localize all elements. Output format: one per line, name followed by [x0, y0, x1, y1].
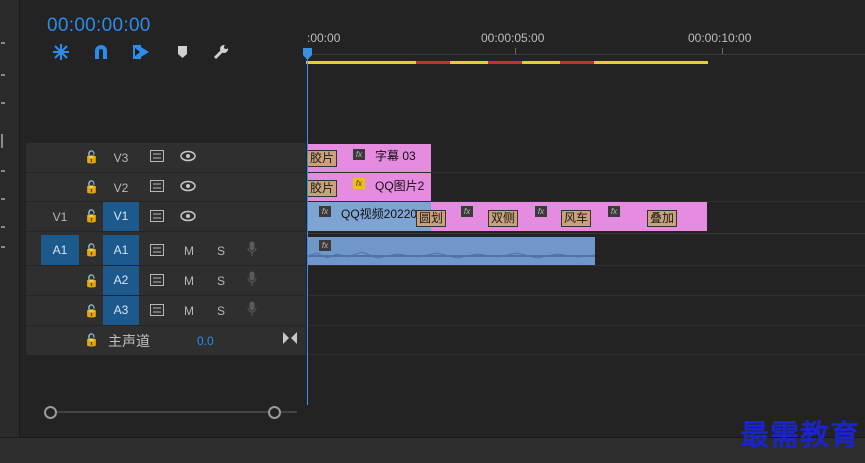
- track-divider: [306, 295, 865, 296]
- eye-icon[interactable]: [180, 150, 196, 165]
- clip-a1-audio[interactable]: fx: [307, 237, 595, 265]
- master-track-label: 主声道: [108, 333, 150, 349]
- fx-badge: fx: [608, 206, 620, 217]
- transition-tag[interactable]: 叠加: [647, 210, 678, 227]
- marker-icon[interactable]: [174, 43, 192, 61]
- fx-badge: fx: [535, 206, 547, 217]
- fx-badge: fx: [319, 206, 331, 217]
- watermark: 最需教育: [740, 418, 861, 452]
- track-target-a3[interactable]: A3: [103, 296, 139, 325]
- strip-mark: [1, 170, 5, 172]
- lock-icon[interactable]: 🔓: [84, 209, 99, 223]
- ruler-label-10s: 00:00:10:00: [688, 31, 752, 45]
- lock-icon[interactable]: 🔓: [84, 304, 99, 318]
- lock-icon[interactable]: 🔓: [84, 333, 99, 347]
- track-label-v3[interactable]: V3: [112, 151, 130, 165]
- fx-badge: fx: [353, 149, 365, 160]
- track-divider: [306, 265, 865, 266]
- scroll-handle-left[interactable]: [44, 406, 57, 419]
- sync-lock-icon[interactable]: [150, 274, 164, 289]
- solo-button[interactable]: S: [217, 304, 225, 318]
- time-ruler[interactable]: :00:00 00:00:05:00 00:00:10:00: [306, 0, 865, 66]
- microphone-icon[interactable]: [247, 241, 257, 260]
- track-header-v3: 🔓 V3: [26, 143, 306, 173]
- clip-v2[interactable]: 胶片 fx QQ图片2: [307, 173, 431, 201]
- source-patch-a1[interactable]: A1: [41, 235, 79, 265]
- sync-lock-icon[interactable]: [150, 244, 164, 259]
- strip-mark: [1, 102, 5, 104]
- sync-lock-icon[interactable]: [150, 304, 164, 319]
- strip-mark: [1, 42, 5, 44]
- zoom-scrollbar[interactable]: [26, 404, 306, 420]
- transition-tag[interactable]: 胶片: [307, 180, 338, 197]
- track-target-v1[interactable]: V1: [103, 202, 139, 231]
- microphone-icon[interactable]: [247, 301, 257, 320]
- clip-name: QQ视频20220: [341, 207, 418, 221]
- track-label-v2[interactable]: V2: [112, 181, 130, 195]
- add-marker-icon[interactable]: [132, 43, 150, 61]
- eye-icon[interactable]: [180, 210, 196, 225]
- wrench-icon[interactable]: [212, 43, 230, 61]
- master-volume-value[interactable]: 0.0: [197, 334, 214, 348]
- audio-waveform: [307, 251, 595, 259]
- track-divider: [306, 233, 865, 234]
- playhead-handle[interactable]: [303, 47, 312, 60]
- strip-mark: [1, 198, 5, 200]
- sync-lock-icon[interactable]: [150, 180, 164, 195]
- track-target-a1[interactable]: A1: [103, 235, 139, 265]
- transition-tag[interactable]: 风车: [561, 210, 592, 227]
- track-divider: [306, 325, 865, 326]
- solo-button[interactable]: S: [217, 244, 225, 258]
- microphone-icon[interactable]: [247, 271, 257, 290]
- solo-button[interactable]: S: [217, 274, 225, 288]
- track-header-a1: A1 🔓 A1 M S: [26, 235, 306, 266]
- strip-mark: [1, 226, 5, 228]
- fx-badge: fx: [353, 178, 365, 189]
- clip-name: QQ图片2: [375, 179, 425, 193]
- scroll-track: [49, 411, 297, 413]
- track-header-a2: 🔓 A2 M S: [26, 266, 306, 296]
- track-header-v1: V1 🔓 V1: [26, 202, 306, 232]
- clip-name: 字幕 03: [375, 149, 416, 163]
- source-patch-v1[interactable]: V1: [52, 210, 68, 224]
- status-bar: [0, 437, 865, 463]
- scroll-handle-right[interactable]: [268, 406, 281, 419]
- clip-v3[interactable]: 胶片 fx 字幕 03: [307, 144, 431, 172]
- clip-v1-transitions[interactable]: fx fx fx 双侧 风车 叠加: [431, 202, 707, 231]
- ruler-label-5s: 00:00:05:00: [481, 31, 545, 45]
- ruler-label-0: :00:00: [307, 31, 341, 45]
- track-divider: [306, 354, 865, 355]
- timecode-display[interactable]: 00:00:00:00: [47, 15, 151, 37]
- mute-button[interactable]: M: [184, 244, 194, 258]
- transition-tag[interactable]: 圆划: [416, 210, 447, 227]
- track-header-a3: 🔓 A3 M S: [26, 296, 306, 326]
- track-target-a2[interactable]: A2: [103, 266, 139, 295]
- strip-mark: [1, 134, 3, 148]
- strip-mark: [1, 246, 5, 248]
- lock-icon[interactable]: 🔓: [84, 243, 99, 257]
- lock-icon[interactable]: 🔓: [84, 180, 99, 194]
- transition-tag[interactable]: 胶片: [307, 150, 338, 167]
- sync-lock-icon[interactable]: [150, 210, 164, 225]
- transition-tag[interactable]: 双侧: [488, 210, 519, 227]
- linked-selection-icon[interactable]: [92, 43, 110, 61]
- sync-lock-icon[interactable]: [150, 150, 164, 165]
- track-header-master: 🔓 主声道 0.0: [26, 326, 306, 355]
- lock-icon[interactable]: 🔓: [84, 150, 99, 164]
- go-to-end-icon[interactable]: [283, 332, 297, 347]
- mute-button[interactable]: M: [184, 304, 194, 318]
- lock-icon[interactable]: 🔓: [84, 274, 99, 288]
- strip-mark: [1, 74, 5, 76]
- eye-icon[interactable]: [180, 180, 196, 195]
- track-header-v2: 🔓 V2: [26, 173, 306, 202]
- clip-v1-video[interactable]: fx QQ视频20220: [307, 202, 431, 231]
- ruler-baseline: [307, 54, 865, 55]
- mute-button[interactable]: M: [184, 274, 194, 288]
- fx-badge: fx: [461, 206, 473, 217]
- snap-icon[interactable]: [52, 43, 70, 61]
- playhead[interactable]: [307, 48, 308, 405]
- left-tool-strip: [0, 0, 20, 462]
- track-headers: 🔓 V3 🔓 V2 V1 🔓 V1 A1 🔓 A1 M S 🔓 A2 M S 🔓…: [26, 143, 306, 355]
